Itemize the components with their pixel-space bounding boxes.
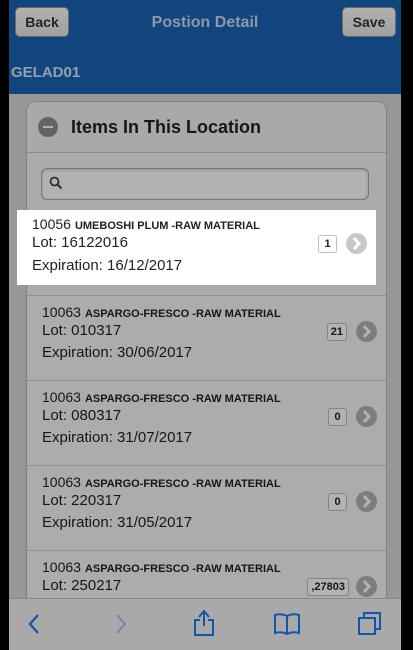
item-code: 10056: [32, 216, 71, 232]
item-expiration: Expiration: 16/12/2017: [32, 257, 183, 274]
item-lot: Lot: 250217: [42, 577, 122, 594]
list-item[interactable]: 10063 ASPARGO-FRESCO -RAW MATERIAL Lot: 0…: [27, 295, 386, 380]
quantity-badge: ,27803: [307, 578, 349, 596]
item-lot: Lot: 010317: [42, 322, 122, 339]
chevron-right-icon[interactable]: [356, 321, 377, 342]
item-description: ASPARGO-FRESCO -RAW MATERIAL: [84, 563, 281, 575]
item-expiration: Expiration: 31/05/2017: [42, 514, 193, 531]
search-box[interactable]: [41, 168, 369, 200]
chevron-right-icon[interactable]: [356, 576, 377, 597]
item-code: 10063: [42, 559, 81, 575]
item-code: 10063: [42, 304, 81, 320]
chevron-right-icon[interactable]: [356, 491, 377, 512]
list-item[interactable]: 10063 ASPARGO-FRESCO -RAW MATERIAL Lot: 2…: [27, 465, 386, 550]
list-item-selected[interactable]: 10056 UMEBOSHI PLUM -RAW MATERIAL Lot: 16…: [17, 210, 376, 285]
quantity-badge: 1: [318, 235, 337, 253]
location-code: GELAD01: [11, 64, 81, 81]
search-input[interactable]: [68, 173, 362, 197]
panel-header[interactable]: Items In This Location: [27, 102, 386, 153]
forward-arrow-icon[interactable]: [113, 611, 129, 637]
share-icon[interactable]: [192, 607, 216, 637]
item-lot: Lot: 080317: [42, 407, 122, 424]
chevron-right-icon[interactable]: [356, 406, 377, 427]
app-screen: Back Postion Detail Save GELAD01 Items I…: [9, 0, 401, 650]
item-description: ASPARGO-FRESCO -RAW MATERIAL: [84, 393, 281, 405]
items-panel: Items In This Location 10063 ASPARGO-FRES…: [26, 101, 387, 623]
item-code: 10063: [42, 389, 81, 405]
item-expiration: Expiration: 30/06/2017: [42, 344, 193, 361]
tabs-icon[interactable]: [357, 611, 383, 637]
list-item[interactable]: 10063 ASPARGO-FRESCO -RAW MATERIAL Lot: 0…: [27, 380, 386, 465]
item-lot: Lot: 16122016: [32, 234, 128, 251]
search-icon: [49, 176, 63, 190]
header-bar: Back Postion Detail Save GELAD01: [9, 0, 401, 94]
bookmarks-icon[interactable]: [273, 611, 301, 637]
quantity-badge: 0: [328, 408, 347, 426]
item-description: UMEBOSHI PLUM -RAW MATERIAL: [74, 220, 260, 232]
back-arrow-icon[interactable]: [26, 611, 42, 637]
quantity-badge: 0: [328, 493, 347, 511]
item-description: ASPARGO-FRESCO -RAW MATERIAL: [84, 308, 281, 320]
item-description: ASPARGO-FRESCO -RAW MATERIAL: [84, 478, 281, 490]
chevron-right-icon[interactable]: [346, 233, 367, 254]
item-lot: Lot: 220317: [42, 492, 122, 509]
item-expiration: Expiration: 31/07/2017: [42, 429, 193, 446]
collapse-icon[interactable]: [38, 117, 58, 137]
save-button[interactable]: Save: [342, 7, 396, 37]
panel-title: Items In This Location: [71, 116, 262, 137]
browser-toolbar: [9, 598, 401, 650]
item-code: 10063: [42, 474, 81, 490]
quantity-badge: 21: [326, 323, 347, 341]
